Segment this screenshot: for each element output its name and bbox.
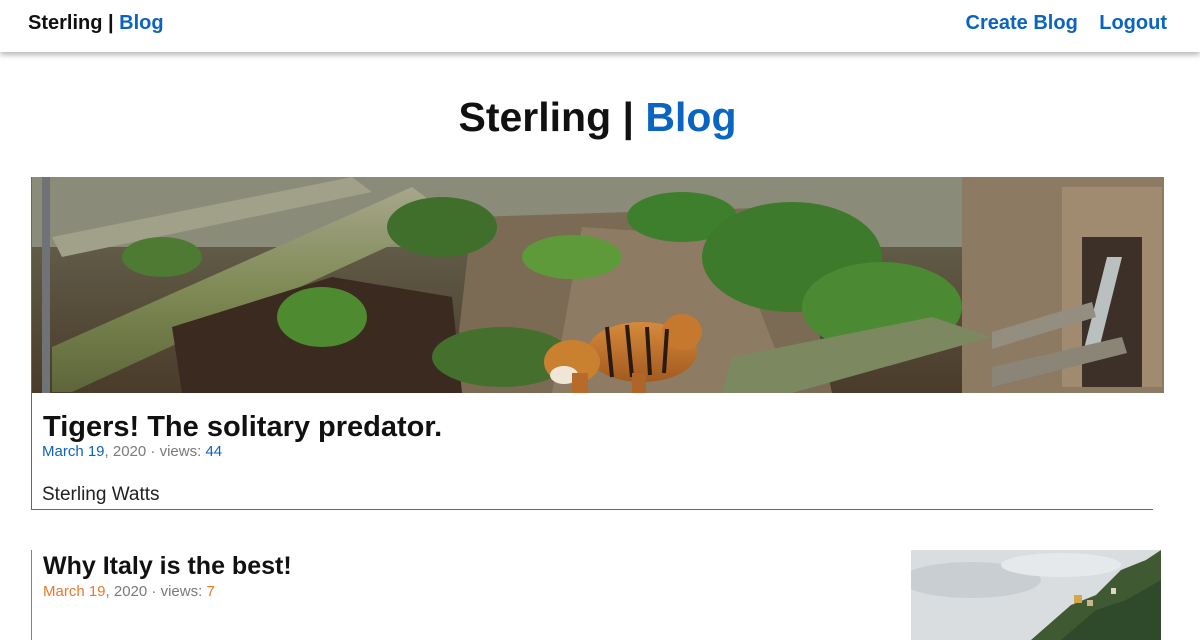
post-meta: March 19, 2020 · views: 44 [42,443,222,460]
create-blog-link[interactable]: Create Blog [966,12,1078,35]
post-author: Sterling Watts [42,484,160,505]
post-title[interactable]: Tigers! The solitary predator. [43,411,442,444]
views-label: · views: [146,443,206,460]
post-title[interactable]: Why Italy is the best! [43,552,292,581]
post-card[interactable]: Why Italy is the best! March 19, 2020 · … [31,550,1161,640]
page-title-name: Sterling [458,94,612,140]
page-title-accent: Blog [645,94,737,140]
post-meta: March 19, 2020 · views: 7 [43,583,215,600]
logout-link[interactable]: Logout [1099,12,1167,35]
italy-coast-photo[interactable] [911,550,1161,640]
brand-separator: | [102,12,120,34]
post-year: , 2020 [105,583,148,600]
post-date: March 19 [42,443,105,460]
brand-logo-link[interactable]: Sterling | Blog [28,12,164,35]
tiger-enclosure-photo[interactable] [32,177,1164,393]
nav-links: Create Blog Logout [949,12,1167,35]
brand-accent: Blog [119,12,164,34]
brand-name: Sterling [28,12,103,34]
post-date: March 19 [43,583,106,600]
page-title-separator: | [611,94,646,140]
top-navbar: Sterling | Blog Create Blog Logout [0,0,1200,52]
view-count: 44 [205,443,223,460]
view-count: 7 [206,583,215,600]
post-year: , 2020 [104,443,147,460]
featured-post-card[interactable]: Tigers! The solitary predator. March 19,… [31,177,1164,510]
views-label: · views: [147,583,207,600]
page-title: Sterling | Blog [0,94,1195,141]
